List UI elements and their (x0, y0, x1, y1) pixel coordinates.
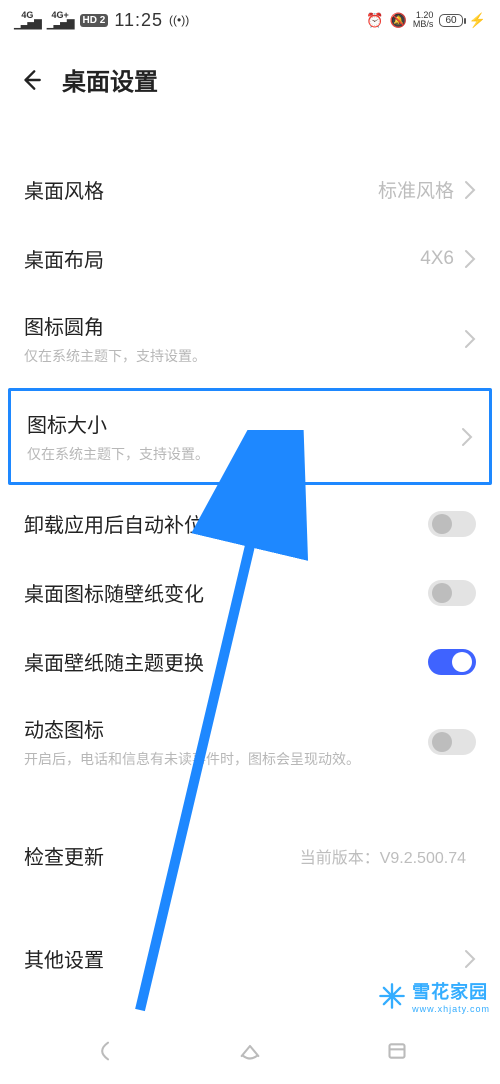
value: 标准风格 (378, 176, 454, 203)
row-icon-size[interactable]: 图标大小 仅在系统主题下，支持设置。 (11, 391, 489, 482)
row-dynamic-icon: 动态图标 开启后，电话和信息有未读事件时，图标会呈现动效。 (0, 696, 500, 787)
watermark-brand: 雪花家园 (412, 978, 490, 1004)
snowflake-icon (378, 982, 406, 1010)
back-button[interactable] (18, 67, 44, 93)
subtitle: 开启后，电话和信息有未读事件时，图标会呈现动效。 (24, 749, 428, 769)
status-bar: 4G ▁▃▅▇ 4G+ ▁▃▅▇ HD 2 11:25 ((•)) ⏰ 🔕 1.… (0, 0, 500, 40)
label: 图标大小 (27, 409, 461, 438)
net-speed: 1.20 MB/s (413, 11, 434, 29)
hotspot-icon: ((•)) (169, 13, 189, 27)
signal-2: 4G+ ▁▃▅▇ (47, 10, 74, 30)
nav-recents-button[interactable] (379, 1033, 415, 1069)
label: 动态图标 (24, 714, 428, 743)
mute-icon: 🔕 (389, 12, 406, 29)
row-wallpaper-follow-theme: 桌面壁纸随主题更换 (0, 627, 500, 696)
chevron-right-icon (464, 949, 476, 969)
label: 其他设置 (24, 944, 464, 973)
status-left: 4G ▁▃▅▇ 4G+ ▁▃▅▇ HD 2 11:25 ((•)) (14, 10, 189, 31)
nav-back-button[interactable] (85, 1033, 121, 1069)
hd-badge: HD 2 (80, 14, 109, 27)
row-auto-fill: 卸载应用后自动补位 (0, 489, 500, 558)
watermark-site: www.xhjaty.com (412, 1004, 490, 1014)
status-time: 11:25 (114, 10, 163, 31)
signal-1: 4G ▁▃▅▇ (14, 10, 41, 30)
subtitle: 仅在系统主题下，支持设置。 (27, 444, 461, 464)
highlighted-row-frame: 图标大小 仅在系统主题下，支持设置。 (8, 388, 492, 485)
label: 桌面图标随壁纸变化 (24, 578, 428, 607)
chevron-right-icon (464, 329, 476, 349)
chevron-right-icon (464, 249, 476, 269)
watermark: 雪花家园 www.xhjaty.com (378, 978, 490, 1014)
system-nav-bar (0, 1018, 500, 1084)
alarm-icon: ⏰ (366, 12, 383, 29)
battery-icon: 60 (439, 14, 462, 27)
page-title: 桌面设置 (62, 62, 158, 97)
label: 桌面壁纸随主题更换 (24, 647, 428, 676)
label: 图标圆角 (24, 311, 464, 340)
chevron-right-icon (464, 180, 476, 200)
toggle-dynamic-icon[interactable] (428, 729, 476, 755)
row-desktop-style[interactable]: 桌面风格 标准风格 (0, 155, 500, 224)
value: 当前版本：V9.2.500.74 (300, 844, 466, 868)
arrow-left-icon (18, 67, 44, 93)
subtitle: 仅在系统主题下，支持设置。 (24, 346, 464, 366)
row-desktop-layout[interactable]: 桌面布局 4X6 (0, 224, 500, 293)
chevron-right-icon (461, 427, 473, 447)
label: 桌面布局 (24, 244, 420, 273)
header: 桌面设置 (0, 40, 500, 125)
nav-home-icon (235, 1036, 265, 1066)
status-right: ⏰ 🔕 1.20 MB/s 60 ⚡ (366, 11, 486, 29)
nav-home-button[interactable] (232, 1033, 268, 1069)
charging-icon: ⚡ (469, 12, 486, 29)
nav-recents-icon (382, 1036, 412, 1066)
row-icon-follow-wallpaper: 桌面图标随壁纸变化 (0, 558, 500, 627)
toggle-wallpaper-theme[interactable] (428, 649, 476, 675)
label: 桌面风格 (24, 175, 378, 204)
toggle-auto-fill[interactable] (428, 511, 476, 537)
toggle-icon-wallpaper[interactable] (428, 580, 476, 606)
label: 卸载应用后自动补位 (24, 509, 428, 538)
nav-back-icon (88, 1036, 118, 1066)
row-check-update[interactable]: 检查更新 当前版本：V9.2.500.74 (0, 821, 500, 890)
row-icon-corner[interactable]: 图标圆角 仅在系统主题下，支持设置。 (0, 293, 500, 384)
value: 4X6 (420, 248, 454, 270)
label: 检查更新 (24, 841, 300, 870)
